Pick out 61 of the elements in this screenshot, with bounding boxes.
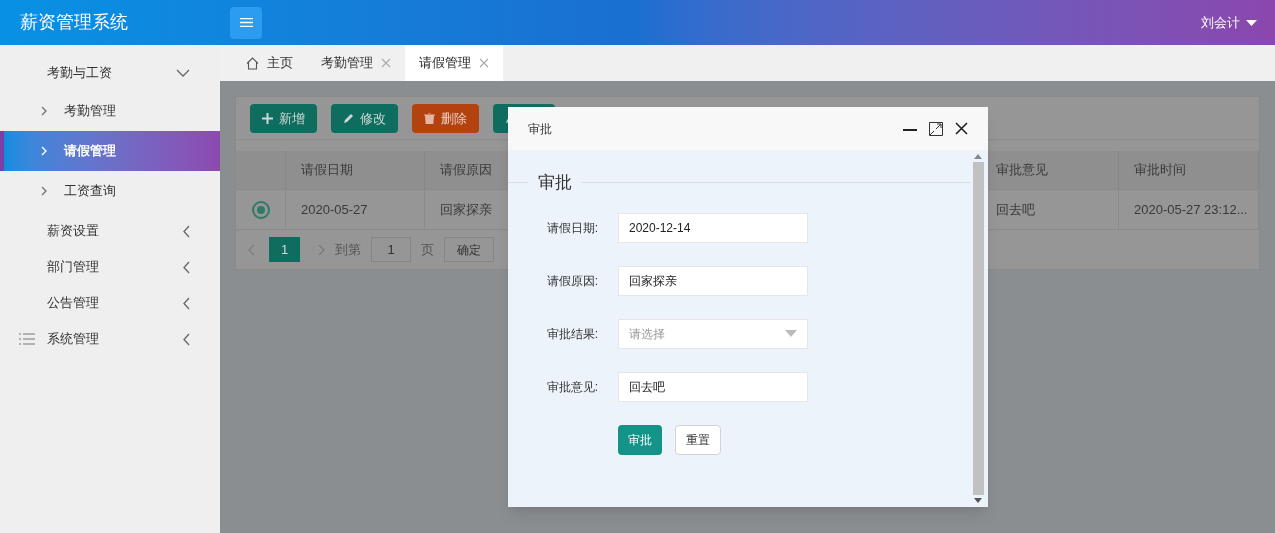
field-label: 请假原因:	[545, 272, 598, 290]
reset-button[interactable]: 重置	[675, 424, 721, 455]
page-input[interactable]: 1	[371, 237, 411, 262]
tab[interactable]: 考勤管理	[307, 45, 405, 81]
field-label: 审批意见:	[545, 378, 598, 396]
chevron-left-icon	[183, 296, 190, 310]
page-number[interactable]: 1	[269, 237, 300, 262]
chevron-down-icon	[176, 69, 190, 77]
sidebar-item[interactable]: 考勤管理	[0, 91, 220, 131]
chevron-right-icon	[41, 186, 47, 196]
home-icon	[246, 56, 259, 70]
menu-icon	[239, 18, 253, 27]
column-header: 审批时间	[1119, 151, 1259, 189]
list-icon	[19, 333, 35, 345]
chevron-left-icon	[183, 332, 190, 346]
scroll-down-icon[interactable]	[974, 498, 982, 503]
input-field[interactable]: 回去吧	[618, 371, 808, 402]
tab[interactable]: 请假管理	[405, 45, 503, 81]
chevron-right-icon	[41, 146, 47, 156]
pencil-icon	[343, 113, 354, 124]
input-field[interactable]: 回家探亲	[618, 265, 808, 296]
radio-button[interactable]	[251, 200, 270, 219]
sidebar-item[interactable]: 工资查询	[0, 171, 220, 211]
table-cell: 2020-05-27	[286, 189, 425, 229]
input-field[interactable]: 2020-12-14	[618, 212, 808, 243]
sidebar-group-label: 公告管理	[47, 294, 100, 313]
edit-button[interactable]: 修改	[331, 104, 398, 133]
chevron-left-icon	[183, 224, 190, 238]
chevron-right-icon	[41, 106, 47, 116]
tab[interactable]: 主页	[232, 45, 307, 81]
column-header: 请假日期	[286, 151, 425, 189]
dialog-title: 审批	[528, 120, 553, 138]
approve-button[interactable]: 审批	[618, 424, 662, 455]
sidebar-item[interactable]: 请假管理	[0, 131, 220, 171]
caret-icon	[785, 330, 797, 337]
close-icon[interactable]	[955, 122, 968, 135]
sidebar-group[interactable]: 公告管理	[0, 285, 220, 321]
add-button[interactable]: 新增	[250, 104, 317, 133]
sidebar-group-label: 薪资设置	[47, 222, 100, 241]
sidebar-group-label: 部门管理	[47, 258, 100, 277]
confirm-button[interactable]: 确定	[444, 237, 494, 262]
sidebar-group[interactable]: 部门管理	[0, 249, 220, 285]
field-label: 审批结果:	[545, 325, 598, 343]
app-title: 薪资管理系统	[19, 11, 129, 34]
table-cell: 2020-05-27 23:12...	[1119, 189, 1259, 229]
menu-button[interactable]	[230, 6, 262, 39]
chevron-left-icon	[183, 260, 190, 274]
sidebar-group[interactable]: 考勤与工资	[0, 55, 220, 91]
trash-icon	[424, 113, 435, 124]
sidebar-group-label: 系统管理	[47, 330, 100, 349]
maximize-icon[interactable]	[929, 121, 943, 136]
scroll-up-icon[interactable]	[974, 154, 982, 159]
plus-icon	[262, 113, 273, 124]
sidebar-group[interactable]: 薪资设置	[0, 213, 220, 249]
sidebar-group-label: 考勤与工资	[47, 64, 113, 83]
page-unit: 页	[421, 240, 434, 259]
delete-button[interactable]: 删除	[412, 104, 479, 133]
user-menu[interactable]: 刘会计	[1201, 12, 1257, 33]
goto-label: 到第	[335, 240, 361, 259]
sidebar-group[interactable]: 系统管理	[0, 321, 220, 357]
caret-icon	[1246, 19, 1257, 26]
